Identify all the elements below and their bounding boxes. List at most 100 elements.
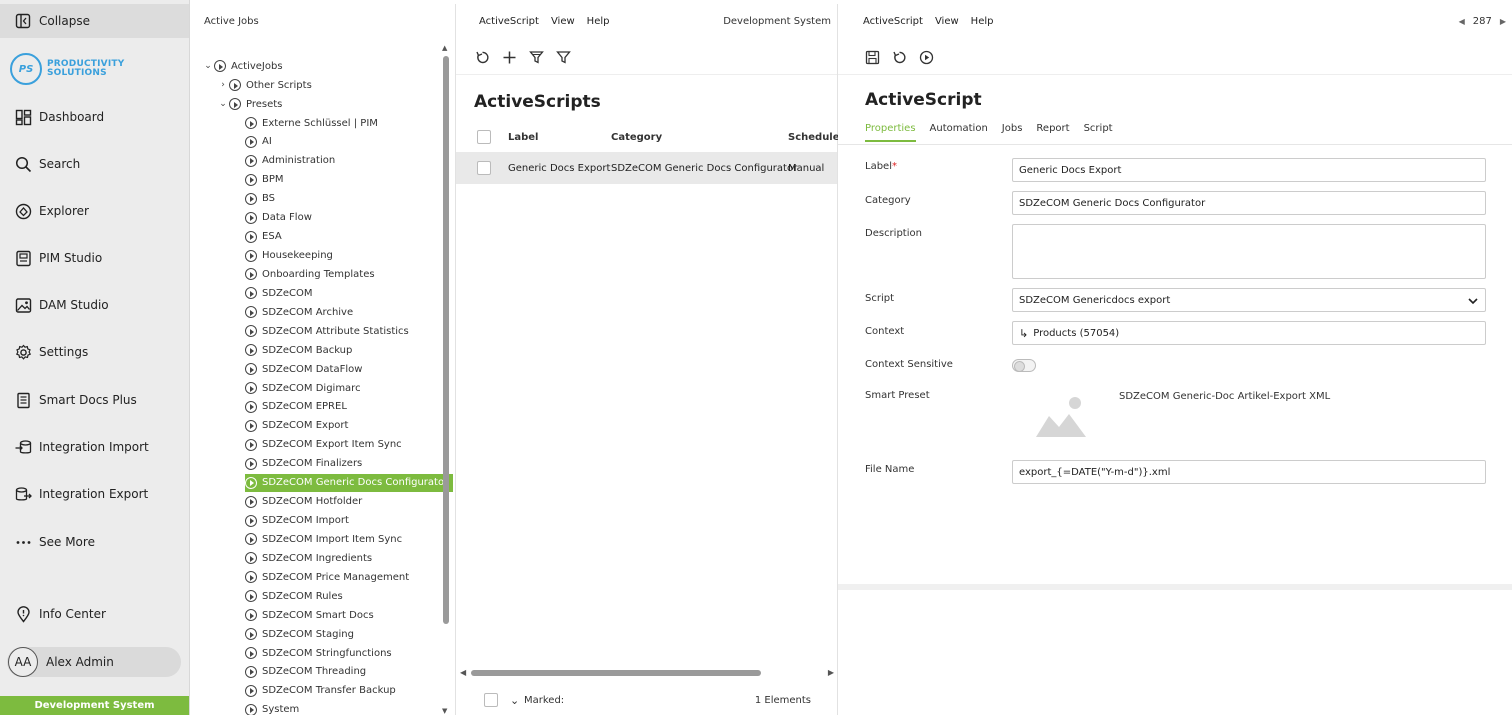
nav-explorer[interactable]: Explorer — [0, 196, 189, 226]
row-checkbox[interactable] — [477, 161, 491, 175]
nav-dam-studio[interactable]: DAM Studio — [0, 290, 189, 320]
detail-menu-help[interactable]: Help — [971, 16, 994, 27]
scroll-up-icon[interactable]: ▲ — [442, 44, 447, 52]
chevron-right-icon[interactable]: › — [217, 80, 229, 90]
nav-pim-studio[interactable]: PIM Studio — [0, 243, 189, 273]
save-button[interactable] — [864, 49, 881, 66]
scroll-right-icon[interactable]: ▶ — [828, 668, 834, 677]
script-select[interactable]: SDZeCOM Genericdocs export — [1012, 288, 1486, 312]
tree-item[interactable]: SDZeCOM DataFlow — [245, 360, 363, 378]
tree-item[interactable]: ESA — [245, 228, 283, 246]
previous-record-icon[interactable]: ◀ — [1459, 17, 1465, 26]
tree-node-other-scripts[interactable]: › Other Scripts — [217, 76, 313, 94]
nav-info-center[interactable]: Info Center — [0, 599, 189, 629]
tree-item[interactable]: SDZeCOM Backup — [245, 341, 353, 359]
filter-settings-button[interactable] — [528, 49, 545, 66]
nav-info-center-label: Info Center — [39, 607, 106, 621]
tree-item[interactable]: SDZeCOM Attribute Statistics — [245, 322, 410, 340]
tab-properties[interactable]: Properties — [865, 123, 916, 142]
description-textarea[interactable] — [1012, 224, 1486, 279]
tree-item[interactable]: Data Flow — [245, 209, 313, 227]
tab-script[interactable]: Script — [1084, 123, 1113, 142]
tree-item[interactable]: SDZeCOM Export Item Sync — [245, 436, 403, 454]
filter-button[interactable] — [555, 49, 572, 66]
table-row[interactable]: Generic Docs Export SDZeCOM Generic Docs… — [456, 152, 837, 184]
list-horizontal-scrollbar[interactable]: ◀ ▶ — [460, 668, 834, 678]
tree-item[interactable]: Externe Schlüssel | PIM — [245, 114, 379, 132]
tree-item[interactable]: SDZeCOM Staging — [245, 625, 355, 643]
tree-item[interactable]: SDZeCOM Digimarc — [245, 379, 362, 397]
next-record-icon[interactable]: ▶ — [1500, 17, 1506, 26]
select-all-checkbox[interactable] — [477, 130, 491, 144]
run-button[interactable] — [918, 49, 935, 66]
column-header-category[interactable]: Category — [611, 132, 662, 143]
tree-item[interactable]: SDZeCOM Transfer Backup — [245, 682, 397, 700]
reload-button[interactable] — [891, 49, 908, 66]
tree-item[interactable]: SDZeCOM Import Item Sync — [245, 530, 403, 548]
nav-dashboard[interactable]: Dashboard — [0, 102, 189, 132]
filter-settings-icon — [529, 51, 544, 64]
tree-item[interactable]: SDZeCOM EPREL — [245, 398, 348, 416]
tree-item[interactable]: SDZeCOM Threading — [245, 663, 367, 681]
nav-integration-export[interactable]: Integration Export — [0, 479, 189, 509]
label-input[interactable]: Generic Docs Export — [1012, 158, 1486, 182]
tree-node-presets[interactable]: ⌄ Presets — [217, 95, 283, 113]
tree-scrollbar-thumb[interactable] — [443, 56, 449, 624]
user-menu[interactable]: AA Alex Admin — [7, 647, 181, 677]
tab-report[interactable]: Report — [1036, 123, 1069, 142]
detail-menu-view[interactable]: View — [935, 16, 959, 27]
add-button[interactable] — [501, 49, 518, 66]
tree-item[interactable]: SDZeCOM Stringfunctions — [245, 644, 393, 662]
column-header-schedule[interactable]: Schedule — [788, 132, 840, 143]
tree-item[interactable]: SDZeCOM Ingredients — [245, 549, 373, 567]
tree-item[interactable]: SDZeCOM — [245, 284, 314, 302]
menu-activescript[interactable]: ActiveScript — [479, 16, 539, 27]
tree-item[interactable]: SDZeCOM Price Management — [245, 568, 410, 586]
context-input[interactable]: ↳ Products (57054) — [1012, 321, 1486, 345]
nav-search[interactable]: Search — [0, 149, 189, 179]
file-name-input[interactable]: export_{=DATE("Y-m-d")}.xml — [1012, 460, 1486, 484]
tree-item[interactable]: SDZeCOM Rules — [245, 587, 344, 605]
tree-node-activejobs[interactable]: ⌄ ActiveJobs — [202, 57, 284, 75]
context-sensitive-toggle[interactable] — [1012, 359, 1036, 372]
tab-jobs[interactable]: Jobs — [1002, 123, 1023, 142]
refresh-button[interactable] — [474, 49, 491, 66]
marked-checkbox[interactable] — [484, 693, 498, 707]
category-input[interactable]: SDZeCOM Generic Docs Configurator — [1012, 191, 1486, 215]
nav-integration-import[interactable]: Integration Import — [0, 432, 189, 462]
menu-help[interactable]: Help — [587, 16, 610, 27]
tree-item[interactable]: SDZeCOM Export — [245, 417, 349, 435]
tree-item[interactable]: SDZeCOM Archive — [245, 303, 354, 321]
tree-scrollbar[interactable]: ▲ ▼ — [442, 44, 450, 715]
tree-item[interactable]: BPM — [245, 171, 285, 189]
detail-menu-activescript[interactable]: ActiveScript — [863, 16, 923, 27]
tree-item[interactable]: SDZeCOM Finalizers — [245, 455, 363, 473]
tree-item[interactable]: Administration — [245, 152, 336, 170]
chevron-down-icon[interactable]: ⌄ — [217, 99, 229, 109]
tree-item[interactable]: SDZeCOM Smart Docs — [245, 606, 375, 624]
smart-preset-value[interactable]: SDZeCOM Generic-Doc Artikel-Export XML — [1119, 391, 1330, 402]
list-scrollbar-thumb[interactable] — [471, 670, 761, 676]
chevron-down-icon[interactable]: ⌄ — [510, 694, 519, 707]
tab-automation[interactable]: Automation — [930, 123, 988, 142]
nav-dam-studio-label: DAM Studio — [39, 298, 109, 312]
tree-item-label: BPM — [262, 174, 284, 186]
tree-item[interactable]: AI — [245, 133, 273, 151]
scroll-left-icon[interactable]: ◀ — [460, 668, 466, 677]
column-header-label[interactable]: Label — [508, 132, 539, 143]
play-circle-icon — [245, 344, 257, 357]
tree-item[interactable]: SDZeCOM Generic Docs Configurator — [245, 473, 454, 492]
tree-item[interactable]: BS — [245, 190, 276, 208]
tree-item[interactable]: Housekeeping — [245, 247, 334, 265]
nav-smart-docs-plus[interactable]: Smart Docs Plus — [0, 385, 189, 415]
tree-item[interactable]: Onboarding Templates — [245, 265, 376, 283]
tree-item[interactable]: SDZeCOM Hotfolder — [245, 493, 363, 511]
tree-item[interactable]: System — [245, 701, 300, 715]
collapse-button[interactable]: Collapse — [0, 4, 189, 38]
chevron-down-icon[interactable]: ⌄ — [202, 61, 214, 71]
menu-view[interactable]: View — [551, 16, 575, 27]
scroll-down-icon[interactable]: ▼ — [442, 707, 447, 715]
nav-settings[interactable]: Settings — [0, 337, 189, 367]
tree-item[interactable]: SDZeCOM Import — [245, 512, 350, 530]
nav-see-more[interactable]: See More — [0, 527, 189, 557]
